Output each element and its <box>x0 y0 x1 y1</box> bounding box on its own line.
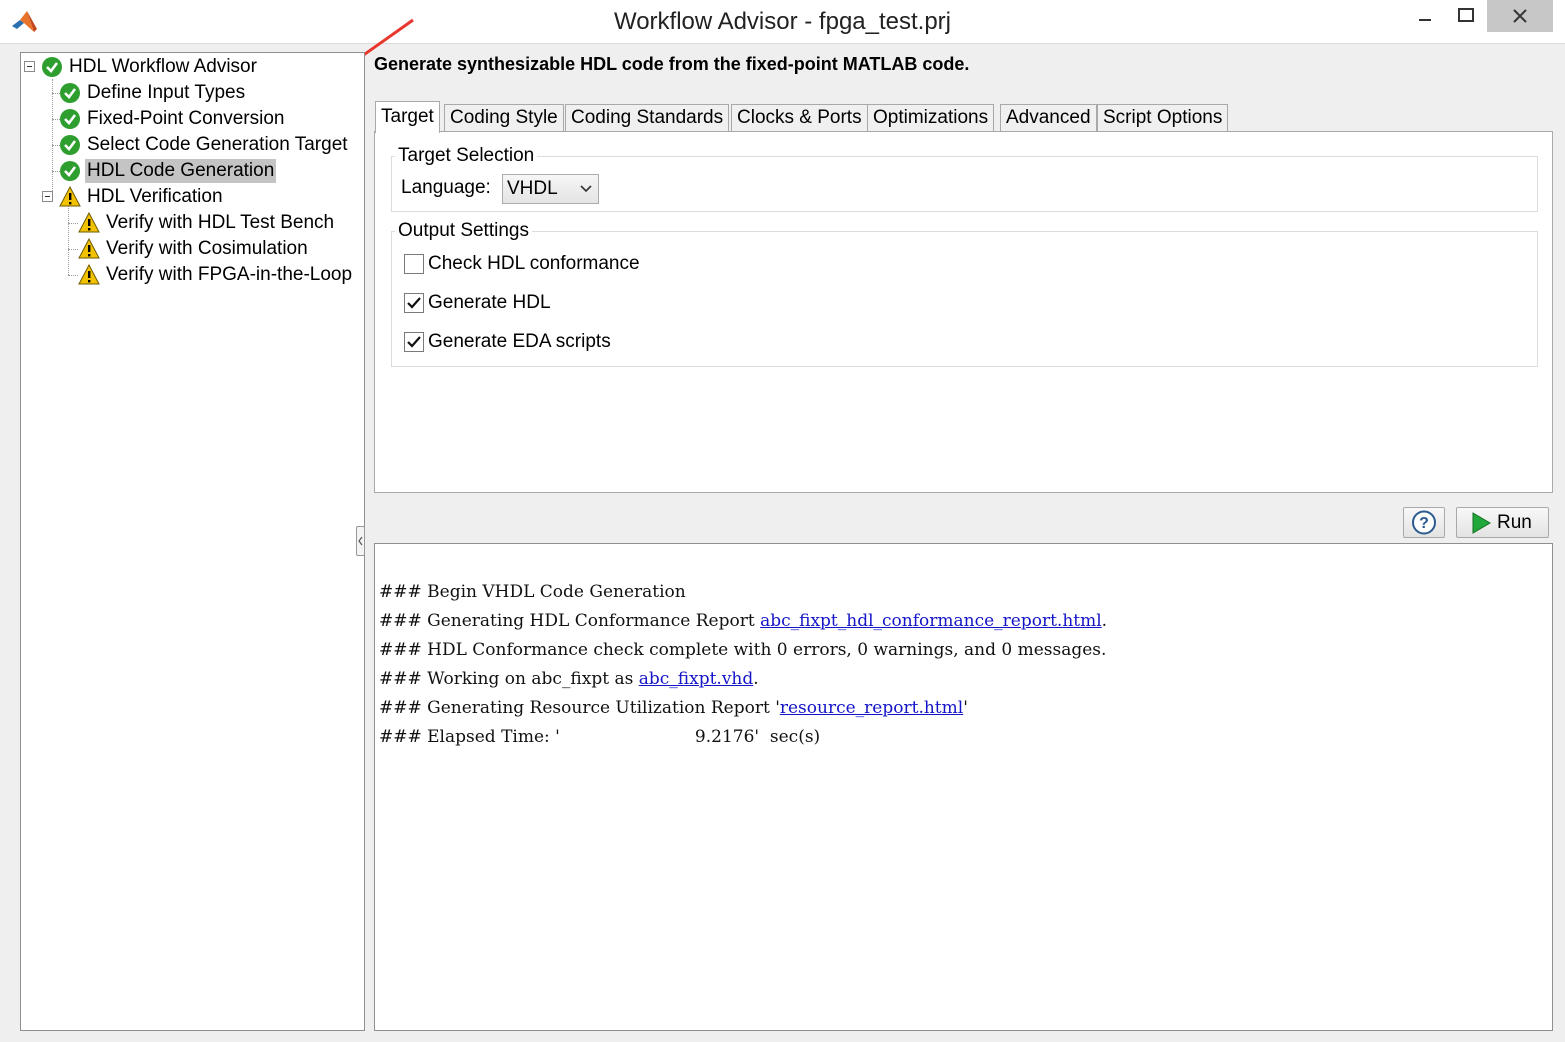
warning-icon <box>78 264 100 285</box>
log-line: ### Working on abc_fixpt as abc_fixpt.vh… <box>379 669 759 689</box>
close-button[interactable] <box>1487 0 1553 32</box>
tree-node-label: HDL Workflow Advisor <box>69 56 257 77</box>
tree-node-label: Fixed-Point Conversion <box>87 108 285 129</box>
chevron-down-icon <box>580 185 592 193</box>
question-mark-icon: ? <box>1412 510 1436 535</box>
warning-icon <box>78 212 100 233</box>
run-button[interactable]: Run <box>1456 507 1549 538</box>
chevron-left-icon <box>358 536 363 546</box>
check-circle-icon <box>60 161 80 181</box>
minimize-button[interactable] <box>1405 0 1445 32</box>
tree-node-label: HDL Verification <box>87 186 223 207</box>
minimize-icon <box>1419 19 1431 21</box>
svg-text:?: ? <box>1419 515 1429 532</box>
option-label: Check HDL conformance <box>428 253 640 274</box>
generate-hdl-option[interactable]: Generate HDL <box>404 292 551 314</box>
tab-coding-style[interactable]: Coding Style <box>444 104 564 132</box>
log-line: ### Elapsed Time: ' 9.2176' sec(s) <box>379 727 821 747</box>
checkmark-icon <box>407 336 421 348</box>
help-button[interactable]: ? <box>1403 507 1445 538</box>
log-line: ### Generating Resource Utilization Repo… <box>379 698 968 718</box>
tree-node-fixed-point-conversion[interactable]: Fixed-Point Conversion <box>59 107 286 131</box>
tab-coding-standards[interactable]: Coding Standards <box>565 104 730 132</box>
tab-clocks-ports[interactable]: Clocks & Ports <box>731 104 868 132</box>
tree-node-verify-cosimulation[interactable]: Verify with Cosimulation <box>78 237 310 261</box>
tab-optimizations[interactable]: Optimizations <box>867 104 995 132</box>
warning-icon <box>78 238 100 259</box>
generate-eda-scripts-option[interactable]: Generate EDA scripts <box>404 331 611 353</box>
tree-node-verify-hdl-test-bench[interactable]: Verify with HDL Test Bench <box>78 211 336 235</box>
check-circle-icon <box>42 57 62 77</box>
language-select[interactable]: VHDL <box>502 174 599 204</box>
check-hdl-conformance-option[interactable]: Check HDL conformance <box>404 253 640 275</box>
tree-node-label: Verify with HDL Test Bench <box>106 212 335 233</box>
target-selection-title: Target Selection <box>395 145 538 167</box>
tree-node-label: Verify with Cosimulation <box>106 238 308 259</box>
tree-collapse-verification[interactable] <box>42 191 53 202</box>
check-circle-icon <box>60 135 80 155</box>
tree-node-label: Select Code Generation Target <box>87 134 348 155</box>
tree-node-define-input-types[interactable]: Define Input Types <box>59 81 247 105</box>
tree-node-label: Verify with FPGA-in-the-Loop <box>106 264 353 285</box>
window-title: Workflow Advisor - fpga_test.prj <box>613 8 952 35</box>
check-circle-icon <box>60 109 80 129</box>
tab-target[interactable]: Target <box>375 101 440 133</box>
language-select-value: VHDL <box>507 178 558 199</box>
tree-node-label: Define Input Types <box>87 82 246 103</box>
output-settings-title: Output Settings <box>395 220 532 242</box>
tree-node-hdl-code-generation[interactable]: HDL Code Generation <box>59 159 277 183</box>
conformance-report-link[interactable]: abc_fixpt_hdl_conformance_report.html <box>760 611 1102 631</box>
console-output: ### Begin VHDL Code Generation ### Gener… <box>374 543 1553 1031</box>
step-heading: Generate synthesizable HDL code from the… <box>374 54 970 74</box>
generate-hdl-checkbox[interactable] <box>404 293 424 313</box>
warning-icon <box>59 186 81 207</box>
log-line: ### Generating HDL Conformance Report ab… <box>379 611 1108 631</box>
vhd-file-link[interactable]: abc_fixpt.vhd <box>639 669 754 689</box>
option-label: Generate EDA scripts <box>428 331 611 352</box>
tree-node-select-code-generation-target[interactable]: Select Code Generation Target <box>59 133 350 157</box>
option-label: Generate HDL <box>428 292 551 313</box>
check-circle-icon <box>60 83 80 103</box>
generate-eda-scripts-checkbox[interactable] <box>404 332 424 352</box>
tree-node-label: HDL Code Generation <box>85 159 277 183</box>
close-icon <box>1513 9 1527 23</box>
title-bar: Workflow Advisor - fpga_test.prj <box>0 0 1565 44</box>
log-line: ### Begin VHDL Code Generation <box>379 582 686 602</box>
resource-report-link[interactable]: resource_report.html <box>780 698 963 718</box>
checkmark-icon <box>407 297 421 309</box>
tree-node-hdl-workflow-advisor[interactable]: HDL Workflow Advisor <box>41 55 259 79</box>
splitter-collapse-handle[interactable] <box>356 526 365 556</box>
tree-node-hdl-verification[interactable]: HDL Verification <box>59 185 225 209</box>
log-line: ### HDL Conformance check complete with … <box>379 640 1107 660</box>
tab-advanced[interactable]: Advanced <box>1000 104 1097 132</box>
run-button-label: Run <box>1497 511 1532 533</box>
task-tree-panel: HDL Workflow Advisor Define Input Types … <box>20 52 365 1031</box>
target-tab-panel: Target Selection Language: VHDL Output S… <box>374 131 1553 493</box>
play-icon <box>1472 511 1491 534</box>
maximize-button[interactable] <box>1445 0 1487 32</box>
maximize-icon <box>1458 8 1474 22</box>
tab-script-options[interactable]: Script Options <box>1097 104 1229 132</box>
tree-collapse-root[interactable] <box>24 61 35 72</box>
tree-node-verify-fpga-in-the-loop[interactable]: Verify with FPGA-in-the-Loop <box>78 263 354 287</box>
check-hdl-conformance-checkbox[interactable] <box>404 254 424 274</box>
language-label: Language: <box>401 177 491 198</box>
